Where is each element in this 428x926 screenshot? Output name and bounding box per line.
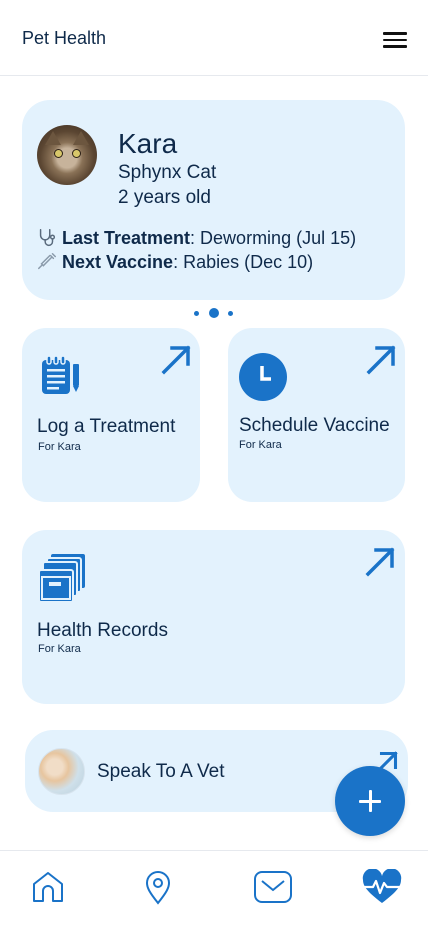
stethoscope-icon [39,229,56,247]
file-cabinet-icon [38,554,85,603]
tile-subtitle: For Kara [38,643,81,655]
bottom-navigation [0,850,428,926]
envelope-icon [254,871,292,903]
nav-home[interactable] [30,869,66,905]
last-treatment-value: : Deworming (Jul 15) [190,227,357,248]
arrow-up-right-icon [366,345,396,375]
add-fab-button[interactable] [335,766,405,836]
pet-age: 2 years old [118,187,211,208]
tile-title: Schedule Vaccine [239,415,390,436]
heart-pulse-icon [362,868,402,903]
syringe-icon [38,253,56,270]
pet-name: Kara [118,128,178,159]
app-title: Pet Health [22,28,107,48]
carousel-dot-active[interactable] [209,308,219,318]
nav-location[interactable] [140,869,176,905]
carousel-dot[interactable] [228,311,233,316]
tile-subtitle: For Kara [38,441,81,453]
app-header: Pet Health [0,0,428,76]
schedule-vaccine-tile[interactable]: Schedule Vaccine For Kara [228,328,405,502]
carousel-dot[interactable] [194,311,199,316]
tile-subtitle: For Kara [239,439,282,451]
nav-health[interactable] [361,868,403,905]
clock-icon [239,353,287,401]
tile-title: Log a Treatment [37,416,176,437]
next-vaccine-label: Next Vaccine [62,251,174,272]
hamburger-menu-icon [383,32,407,35]
vet-avatar [38,748,85,795]
pet-card[interactable]: Kara Sphynx Cat 2 years old Last Treatme… [22,100,405,300]
arrow-up-right-icon [365,547,395,577]
clipboard-icon [42,355,79,394]
map-pin-icon [145,871,171,905]
last-treatment-row: Last Treatment: Deworming (Jul 15) [36,227,356,249]
menu-button[interactable] [381,30,409,50]
arrow-up-right-icon [161,345,191,375]
last-treatment-label: Last Treatment [62,227,191,248]
tile-title: Health Records [37,620,168,641]
home-icon [33,872,63,902]
pet-avatar [37,125,97,185]
pet-breed: Sphynx Cat [118,162,217,183]
next-vaccine-row: Next Vaccine: Rabies (Dec 10) [36,251,313,273]
nav-messages[interactable] [253,869,293,905]
carousel-dots[interactable] [194,308,236,318]
next-vaccine-value: : Rabies (Dec 10) [173,251,314,272]
speak-to-vet-label: Speak To A Vet [97,761,225,782]
log-treatment-tile[interactable]: Log a Treatment For Kara [22,328,200,502]
health-records-tile[interactable]: Health Records For Kara [22,530,405,704]
